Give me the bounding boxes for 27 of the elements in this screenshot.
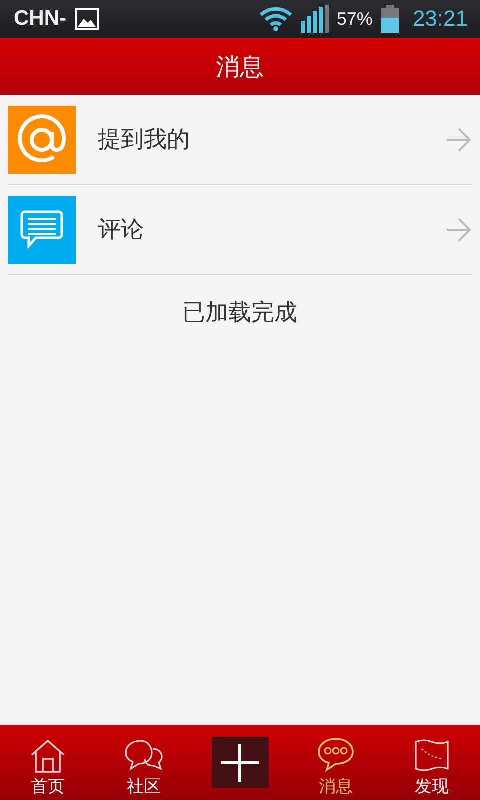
carrier-name: CHN- <box>14 7 66 31</box>
map-icon <box>414 739 450 773</box>
loaded-message: 已加载完成 <box>182 299 298 328</box>
nav-tab[interactable]: 消息 <box>288 725 384 800</box>
add-button[interactable] <box>212 737 268 788</box>
plus-icon <box>221 744 259 782</box>
at-icon <box>8 106 76 174</box>
nav-tab[interactable]: 首页 <box>0 725 96 800</box>
home-icon <box>30 739 66 773</box>
wifi-icon <box>258 6 293 32</box>
chat-bubbles-icon <box>124 739 164 773</box>
image-icon <box>74 8 98 30</box>
list-item[interactable]: 提到我的 <box>8 95 472 185</box>
nav-tab[interactable]: 发现 <box>384 725 480 800</box>
arrow-icon <box>446 218 472 242</box>
battery-percent: 57% <box>336 8 373 30</box>
page-title: 消息 <box>216 52 264 82</box>
signal-icon <box>300 5 329 33</box>
clock: 23:21 <box>412 6 468 32</box>
chat-icon <box>8 196 76 264</box>
item-label: 评论 <box>98 216 145 245</box>
arrow-icon <box>446 128 472 152</box>
battery-icon <box>380 5 399 33</box>
chat-icon <box>317 737 355 773</box>
item-label: 提到我的 <box>98 126 191 155</box>
nav-tab[interactable]: 社区 <box>96 725 192 800</box>
list-item[interactable]: 评论 <box>8 185 472 275</box>
